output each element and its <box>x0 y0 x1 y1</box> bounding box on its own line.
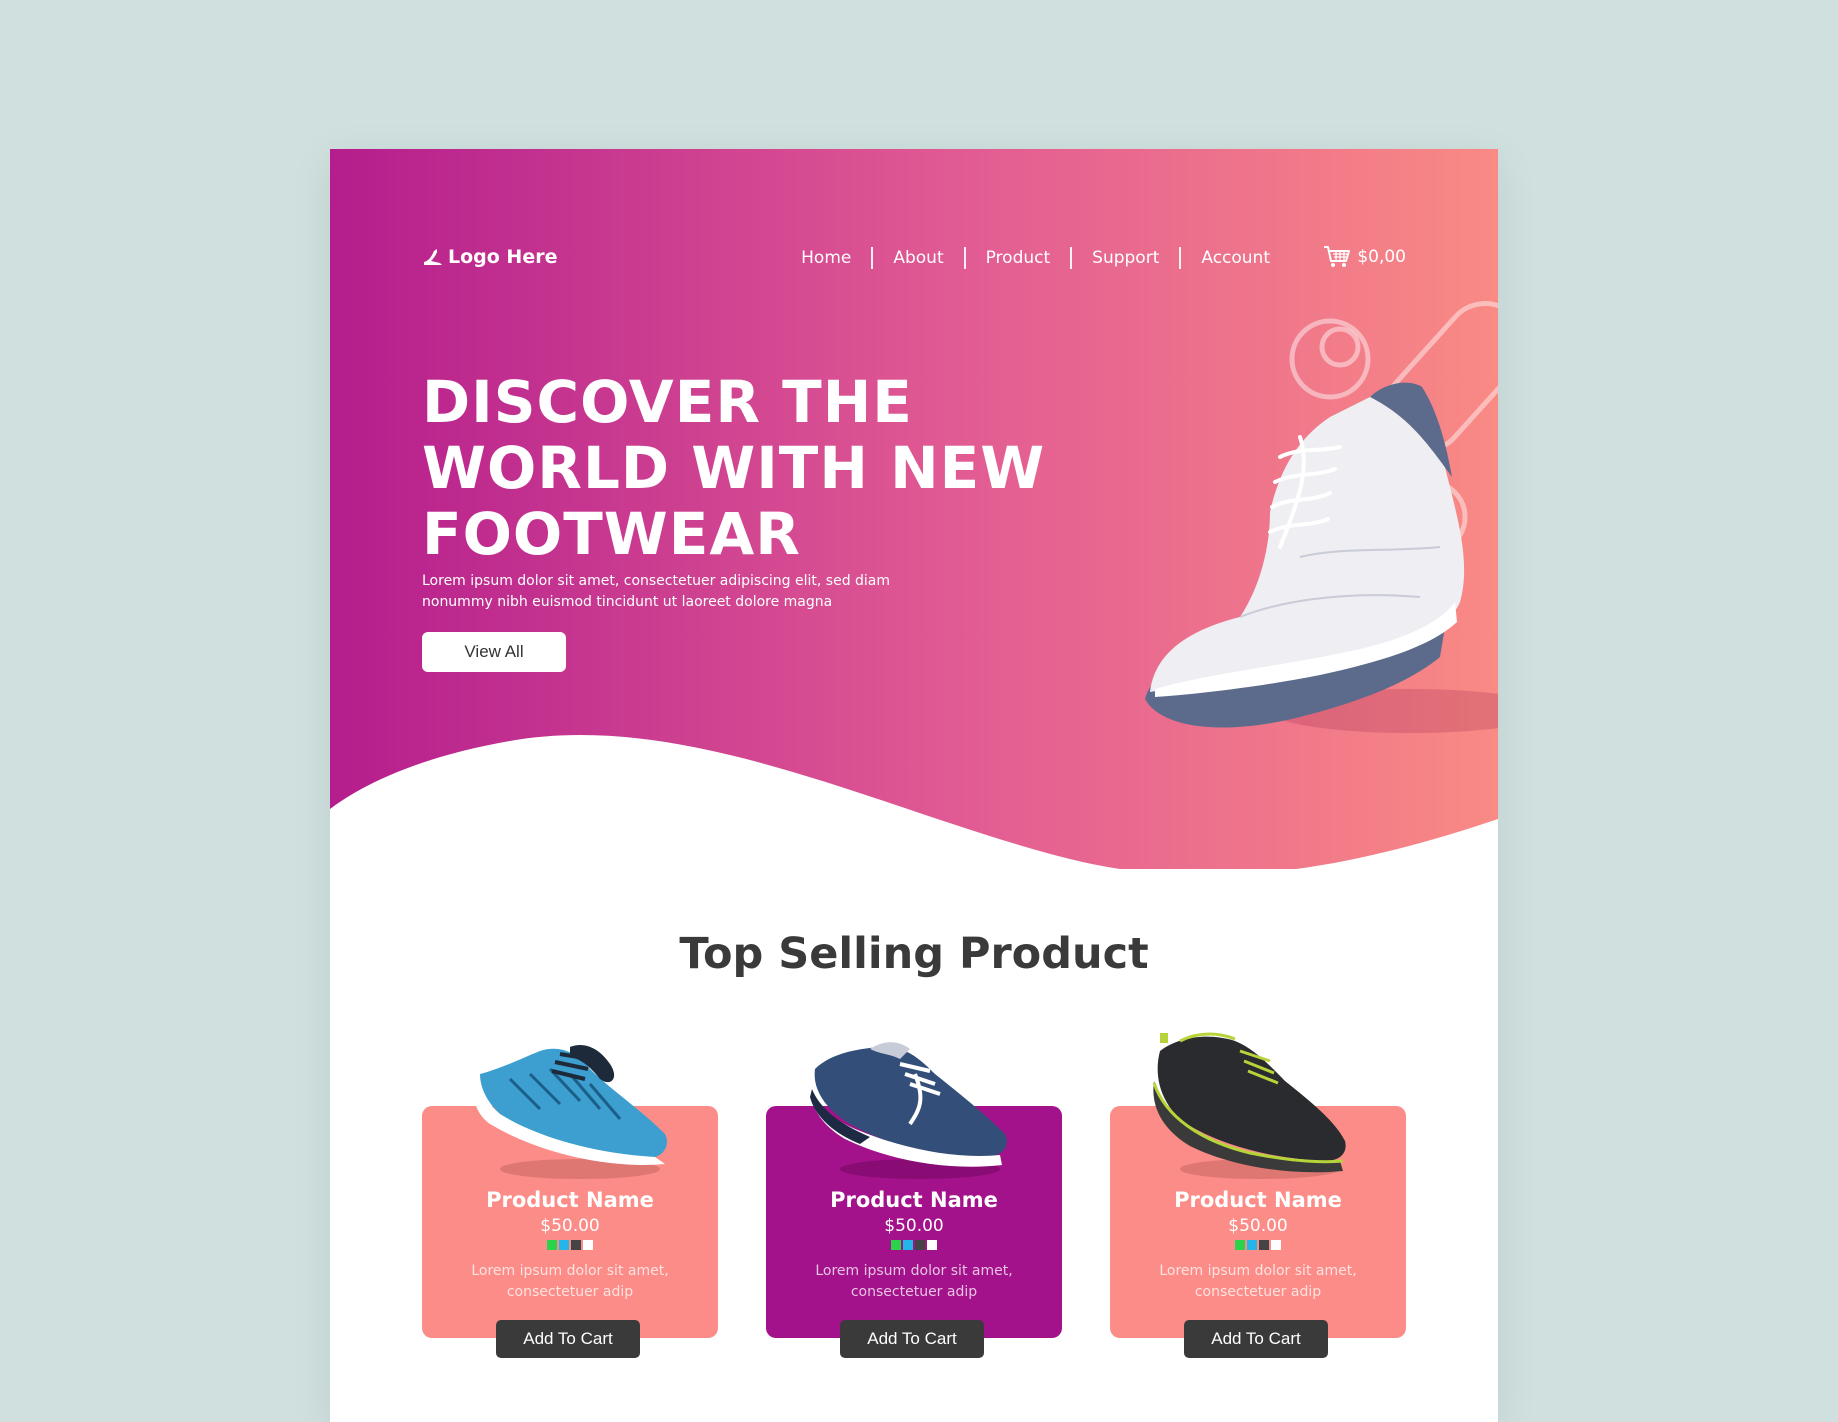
color-swatch[interactable] <box>1235 1240 1245 1250</box>
nav-menu: Home About Product Support Account <box>781 247 1290 269</box>
color-swatch[interactable] <box>547 1240 557 1250</box>
product-description: Lorem ipsum dolor sit amet, consectetuer… <box>471 1263 669 1300</box>
hero-description: Lorem ipsum dolor sit amet, consectetuer… <box>422 573 891 610</box>
product-name: Product Name <box>830 1188 998 1212</box>
nav-divider <box>1179 247 1182 269</box>
nav-item-product[interactable]: Product <box>966 248 1071 268</box>
nav-item-account[interactable]: Account <box>1181 248 1290 268</box>
nav-divider <box>963 247 966 269</box>
product-name: Product Name <box>1174 1188 1342 1212</box>
color-swatch[interactable] <box>1271 1240 1281 1250</box>
color-swatches <box>766 1240 1062 1250</box>
product-price: $50.00 <box>1228 1216 1288 1236</box>
landing-page: Logo Here Home About Product Support Acc… <box>330 149 1498 1422</box>
color-swatch[interactable] <box>891 1240 901 1250</box>
product-description: Lorem ipsum dolor sit amet, consectetuer… <box>1159 1263 1357 1300</box>
cart-total: $0,00 <box>1357 247 1406 267</box>
logo[interactable]: Logo Here <box>422 245 557 269</box>
add-to-cart-button[interactable]: Add To Cart <box>1184 1320 1328 1358</box>
add-to-cart-button[interactable]: Add To Cart <box>840 1320 984 1358</box>
product-image-black-trail-shoe <box>1152 1032 1346 1179</box>
nav-item-about[interactable]: About <box>873 248 963 268</box>
shopping-cart-icon <box>1324 246 1351 267</box>
color-swatch[interactable] <box>571 1240 581 1250</box>
top-navigation: Logo Here Home About Product Support Acc… <box>330 245 1498 275</box>
product-price: $50.00 <box>884 1216 944 1236</box>
view-all-button[interactable]: View All <box>422 632 566 672</box>
color-swatch[interactable] <box>559 1240 569 1250</box>
nav-divider <box>871 247 874 269</box>
product-image-navy-sneaker <box>810 1042 1007 1179</box>
product-price: $50.00 <box>540 1216 600 1236</box>
color-swatch[interactable] <box>927 1240 937 1250</box>
nav-item-support[interactable]: Support <box>1072 248 1179 268</box>
product-description: Lorem ipsum dolor sit amet, consectetuer… <box>815 1263 1013 1300</box>
section-title: Top Selling Product <box>679 929 1149 979</box>
nav-divider <box>1070 247 1073 269</box>
color-swatches <box>422 1240 718 1250</box>
product-image-blue-sneaker <box>474 1044 667 1179</box>
hero-shoe-image <box>1145 301 1498 733</box>
color-swatch[interactable] <box>903 1240 913 1250</box>
hero-section: Logo Here Home About Product Support Acc… <box>330 149 1498 869</box>
color-swatch[interactable] <box>1259 1240 1269 1250</box>
cart-summary[interactable]: $0,00 <box>1323 245 1406 269</box>
color-swatch[interactable] <box>915 1240 925 1250</box>
logo-text: Logo Here <box>448 246 558 268</box>
high-heel-icon <box>424 249 442 265</box>
nav-item-home[interactable]: Home <box>781 248 871 268</box>
color-swatch[interactable] <box>1247 1240 1257 1250</box>
add-to-cart-button[interactable]: Add To Cart <box>496 1320 640 1358</box>
product-name: Product Name <box>486 1188 654 1212</box>
color-swatch[interactable] <box>583 1240 593 1250</box>
color-swatches <box>1110 1240 1406 1250</box>
